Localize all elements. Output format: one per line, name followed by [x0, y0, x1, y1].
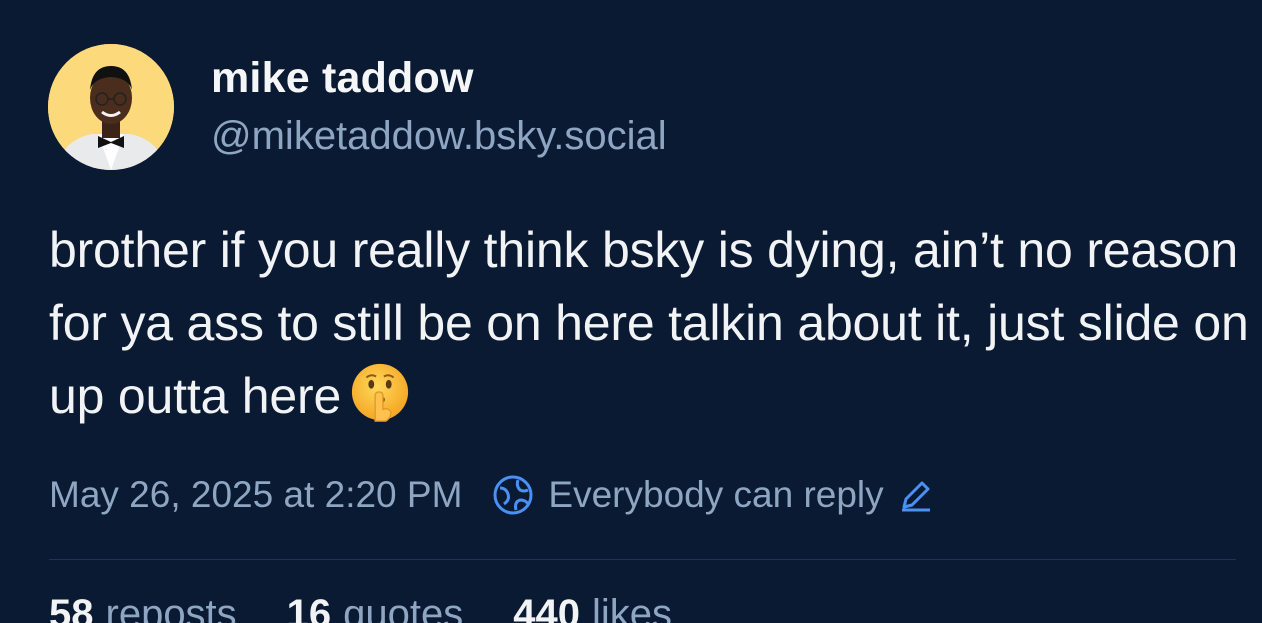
- avatar-portrait: [48, 44, 174, 170]
- quotes-stat[interactable]: 16 quotes: [287, 592, 464, 623]
- post-timestamp[interactable]: May 26, 2025 at 2:20 PM: [49, 474, 462, 516]
- post-body-text: brother if you really think bsky is dyin…: [49, 222, 1249, 424]
- quotes-label: quotes: [343, 592, 464, 623]
- reply-setting-button[interactable]: Everybody can reply: [492, 474, 933, 516]
- shushing-face-emoji: [351, 363, 409, 422]
- globe-icon: [493, 475, 533, 515]
- author-text: mike taddow @miketaddow.bsky.social: [211, 52, 667, 162]
- quotes-count: 16: [286, 592, 332, 623]
- reposts-label: reposts: [105, 592, 237, 623]
- likes-stat[interactable]: 440 likes: [513, 592, 672, 623]
- pencil-icon: [901, 481, 930, 512]
- post-text: brother if you really think bsky is dyin…: [49, 214, 1249, 433]
- post-stats-row: 58 reposts 16 quotes 440 likes: [49, 592, 672, 623]
- post-meta-row: May 26, 2025 at 2:20 PM Everybody can re…: [49, 474, 934, 516]
- likes-count: 440: [513, 592, 581, 623]
- divider: [49, 559, 1236, 560]
- reposts-count: 58: [49, 592, 94, 623]
- author-row: mike taddow @miketaddow.bsky.social: [48, 44, 667, 170]
- reply-setting-label: Everybody can reply: [548, 474, 884, 515]
- author-handle[interactable]: @miketaddow.bsky.social: [211, 110, 667, 162]
- reposts-stat[interactable]: 58 reposts: [49, 592, 237, 623]
- likes-label: likes: [592, 592, 673, 623]
- author-display-name[interactable]: mike taddow: [211, 52, 667, 104]
- avatar[interactable]: [48, 44, 174, 170]
- post-thread-item: mike taddow @miketaddow.bsky.social brot…: [0, 0, 1262, 623]
